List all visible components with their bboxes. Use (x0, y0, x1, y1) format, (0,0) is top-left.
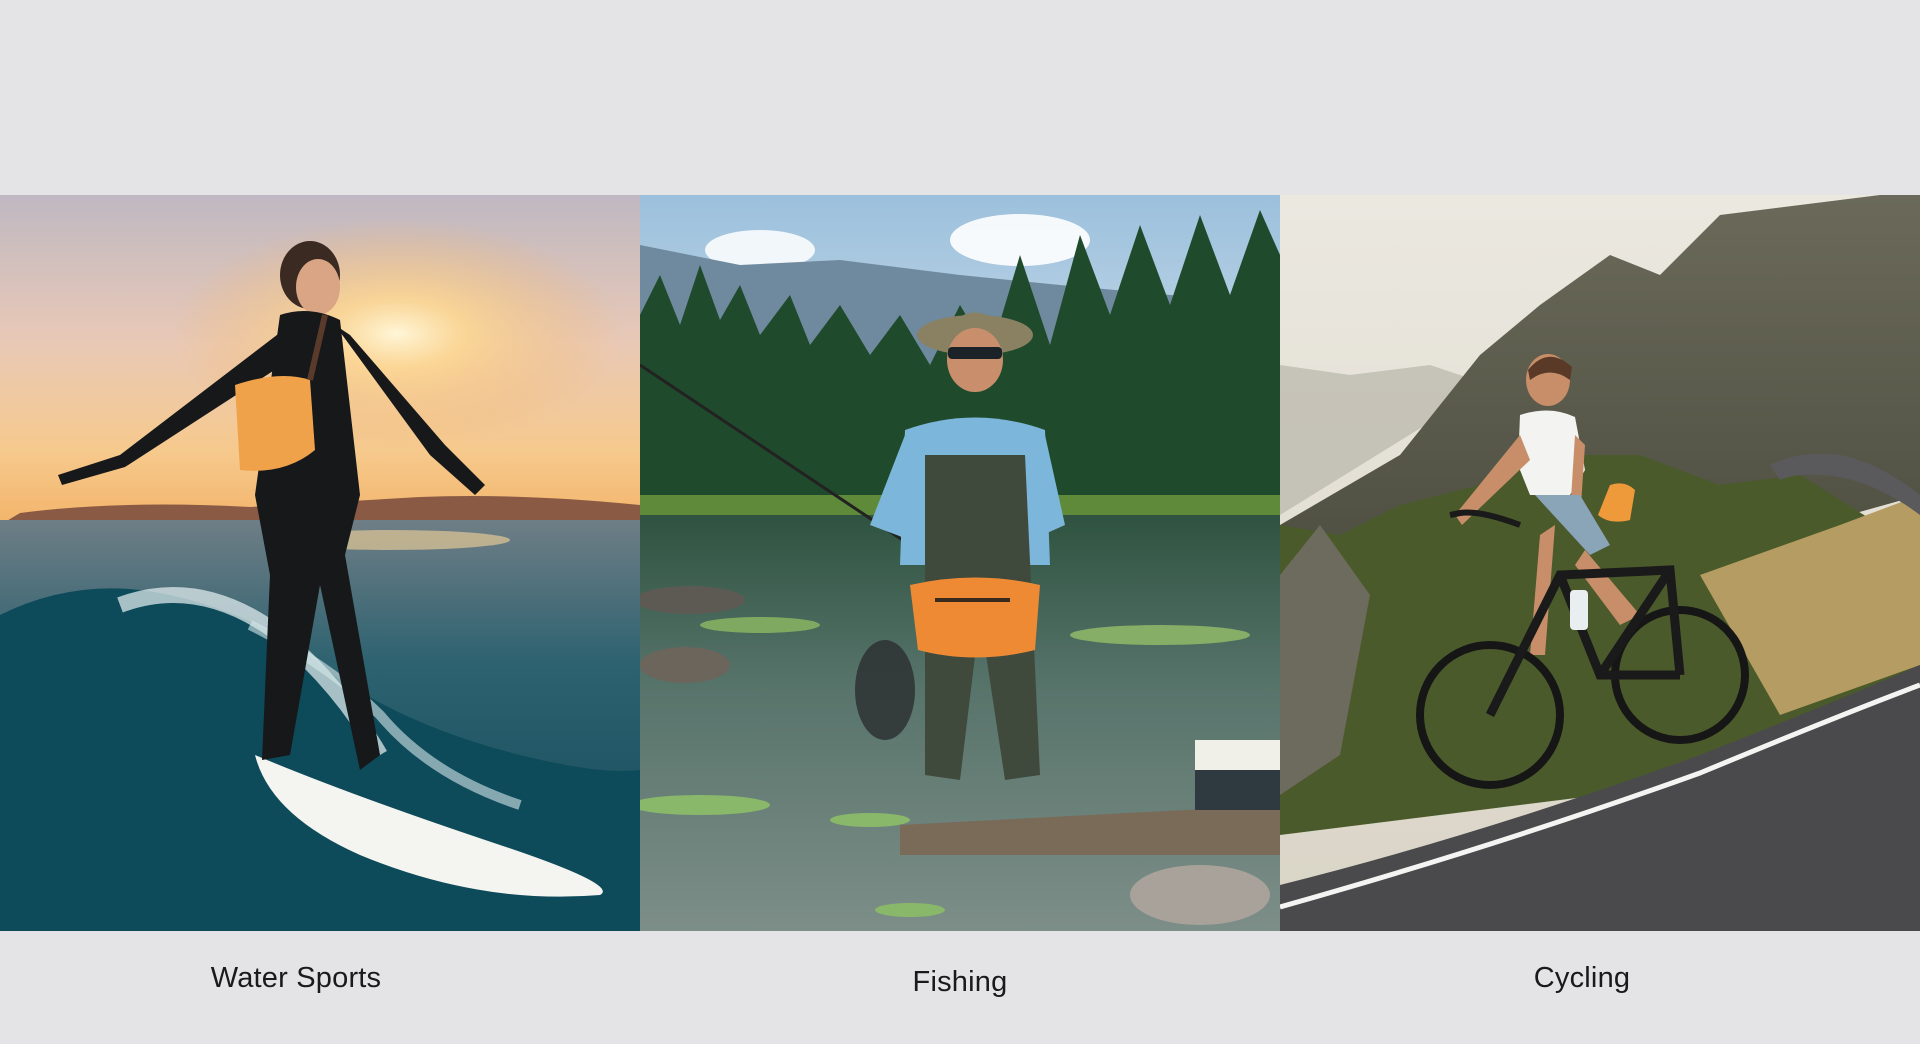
fishing-image (640, 195, 1280, 931)
water-sports-image (0, 195, 640, 931)
caption-cycling: Cycling (1533, 962, 1631, 994)
cyclist-scene-illustration (1280, 195, 1920, 931)
angler-scene-illustration (640, 195, 1280, 931)
cycling-image (1280, 195, 1920, 931)
surfer-scene-illustration (0, 195, 640, 931)
caption-water-sports: Water Sports (210, 962, 382, 994)
caption-fishing: Fishing (912, 966, 1008, 998)
activity-gallery (0, 195, 1920, 931)
